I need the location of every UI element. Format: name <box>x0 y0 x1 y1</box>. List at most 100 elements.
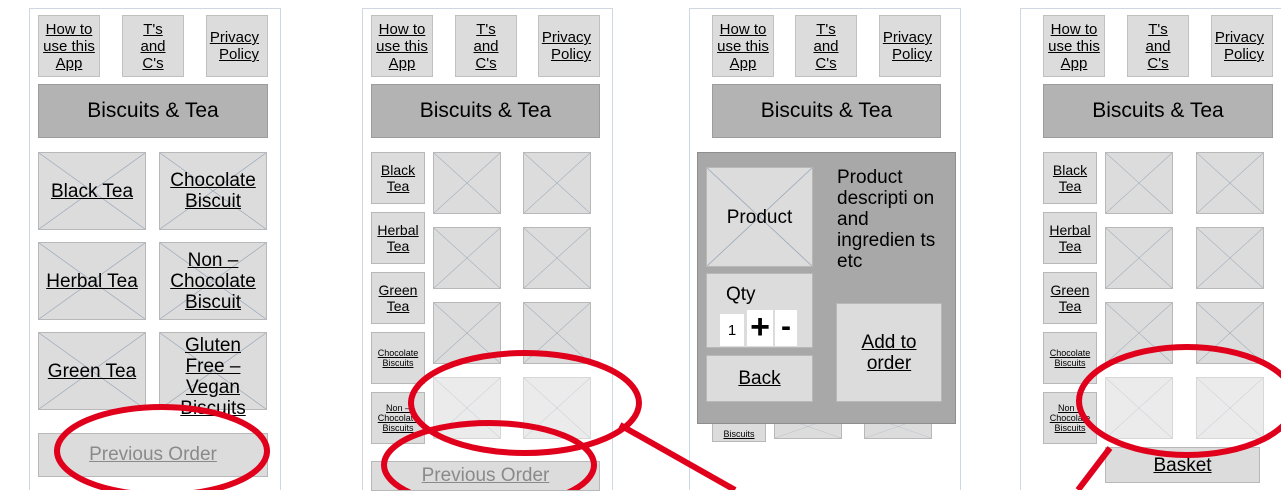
nav-terms-label: T's and C's <box>140 20 166 72</box>
category-tile-non-chocolate-biscuit[interactable]: Non – Chocolate Biscuit <box>159 242 267 320</box>
qty-input[interactable]: 1 <box>720 314 744 346</box>
nav-privacy-button[interactable]: Privacy Policy <box>206 15 268 77</box>
previous-order-button[interactable]: Previous Order <box>371 461 600 491</box>
nav-privacy-button[interactable]: Privacy Policy <box>879 15 941 77</box>
image-placeholder-icon <box>434 228 500 288</box>
product-tile[interactable] <box>1196 227 1264 289</box>
side-category-chocolate-biscuits[interactable]: Chocolate Biscuits <box>1043 332 1097 384</box>
side-category-chocolate-biscuits[interactable]: Chocolate Biscuits <box>371 332 425 384</box>
product-image: Product <box>706 167 813 267</box>
side-category-label: Herbal Tea <box>1049 222 1091 254</box>
product-tile-loading[interactable] <box>523 377 591 439</box>
nav-privacy-label: Privacy Policy <box>541 29 591 63</box>
side-category-herbal-tea[interactable]: Herbal Tea <box>371 212 425 264</box>
nav-privacy-label: Privacy Policy <box>209 29 259 63</box>
side-category-label: Chocolate Biscuits <box>377 348 419 368</box>
image-placeholder-icon <box>1106 228 1172 288</box>
image-placeholder-icon <box>1197 153 1263 213</box>
side-category-label: Chocolate Biscuits <box>1049 348 1091 368</box>
product-tile[interactable] <box>523 152 591 214</box>
image-placeholder-icon <box>1197 378 1263 438</box>
product-tile[interactable] <box>1105 152 1173 214</box>
image-placeholder-icon <box>434 153 500 213</box>
product-tile[interactable] <box>433 152 501 214</box>
image-placeholder-icon <box>524 228 590 288</box>
nav-terms-button[interactable]: T's and C's <box>122 15 184 77</box>
screen-2-panel: How to use this App T's and C's Privacy … <box>362 8 613 491</box>
nav-how-to-label: How to use this App <box>717 20 769 72</box>
product-tile-loading[interactable] <box>433 377 501 439</box>
image-placeholder-icon <box>1197 228 1263 288</box>
product-tile[interactable] <box>523 302 591 364</box>
category-label: Black Tea <box>50 180 134 202</box>
app-title: Biscuits & Tea <box>371 84 600 138</box>
product-tile-loading[interactable] <box>1196 377 1264 439</box>
app-title: Biscuits & Tea <box>38 84 268 138</box>
nav-terms-button[interactable]: T's and C's <box>455 15 517 77</box>
side-category-label: Non – Chocolate Biscuits <box>1049 403 1091 433</box>
nav-how-to-label: How to use this App <box>376 20 428 72</box>
side-category-label: Green Tea <box>1050 282 1090 314</box>
side-category-label: Black Tea <box>1052 162 1088 194</box>
nav-how-to-button[interactable]: How to use this App <box>712 15 774 77</box>
image-placeholder-icon <box>524 378 590 438</box>
image-placeholder-icon <box>1106 303 1172 363</box>
nav-privacy-button[interactable]: Privacy Policy <box>1211 15 1273 77</box>
side-category-black-tea[interactable]: Black Tea <box>371 152 425 204</box>
app-title: Biscuits & Tea <box>1043 84 1273 138</box>
category-label: Green Tea <box>47 360 137 382</box>
side-category-herbal-tea[interactable]: Herbal Tea <box>1043 212 1097 264</box>
add-to-order-label: Add to order <box>861 331 917 374</box>
product-tile[interactable] <box>1105 302 1173 364</box>
image-placeholder-icon <box>524 153 590 213</box>
category-tile-gluten-free-vegan[interactable]: Gluten Free – Vegan Biscuits <box>159 332 267 419</box>
side-category-green-tea[interactable]: Green Tea <box>1043 272 1097 324</box>
product-description: Product descripti on and ingredien ts et… <box>837 167 936 272</box>
nav-terms-button[interactable]: T's and C's <box>1127 15 1189 77</box>
side-category-label: Non – Chocolate Biscuits <box>377 403 419 433</box>
side-category-non-chocolate-biscuits[interactable]: Non – Chocolate Biscuits <box>371 392 425 444</box>
product-tile[interactable] <box>1196 152 1264 214</box>
nav-terms-button[interactable]: T's and C's <box>795 15 857 77</box>
image-placeholder-icon <box>524 303 590 363</box>
image-placeholder-icon <box>1197 303 1263 363</box>
side-category-label: Green Tea <box>378 282 418 314</box>
nav-how-to-button[interactable]: How to use this App <box>1043 15 1105 77</box>
category-tile-chocolate-biscuit[interactable]: Chocolate Biscuit <box>159 152 267 230</box>
nav-how-to-button[interactable]: How to use this App <box>38 15 100 77</box>
product-tile[interactable] <box>523 227 591 289</box>
nav-privacy-label: Privacy Policy <box>1214 29 1264 63</box>
qty-label: Qty <box>726 284 756 305</box>
app-title-text: Biscuits & Tea <box>1092 99 1224 122</box>
nav-how-to-label: How to use this App <box>1048 20 1100 72</box>
side-category-green-tea[interactable]: Green Tea <box>371 272 425 324</box>
app-title-text: Biscuits & Tea <box>87 99 219 122</box>
category-label: Chocolate Biscuit <box>170 170 256 212</box>
back-label: Back <box>738 368 781 389</box>
basket-button[interactable]: Basket <box>1105 447 1260 483</box>
category-tile-green-tea[interactable]: Green Tea <box>38 332 146 410</box>
side-category-non-chocolate-biscuits[interactable]: Non – Chocolate Biscuits <box>1043 392 1097 444</box>
category-label: Herbal Tea <box>46 270 138 292</box>
product-tile[interactable] <box>1105 227 1173 289</box>
back-button[interactable]: Back <box>706 355 813 402</box>
product-tile[interactable] <box>433 302 501 364</box>
add-to-order-button[interactable]: Add to order <box>836 303 942 402</box>
side-category-black-tea[interactable]: Black Tea <box>1043 152 1097 204</box>
previous-order-button[interactable]: Previous Order <box>38 433 268 477</box>
quantity-section: Qty 1 + - <box>706 273 813 348</box>
product-detail-modal: Product Product descripti on and ingredi… <box>697 152 956 424</box>
qty-increase-button[interactable]: + <box>747 310 773 346</box>
category-tile-herbal-tea[interactable]: Herbal Tea <box>38 242 146 320</box>
category-tile-black-tea[interactable]: Black Tea <box>38 152 146 230</box>
product-tile[interactable] <box>433 227 501 289</box>
nav-how-to-label: How to use this App <box>43 20 95 72</box>
nav-terms-label: T's and C's <box>813 20 839 72</box>
image-placeholder-icon <box>434 378 500 438</box>
nav-privacy-button[interactable]: Privacy Policy <box>538 15 600 77</box>
nav-how-to-button[interactable]: How to use this App <box>371 15 433 77</box>
product-tile[interactable] <box>1196 302 1264 364</box>
qty-decrease-button[interactable]: - <box>775 310 797 346</box>
basket-label: Basket <box>1153 454 1212 476</box>
product-tile-loading[interactable] <box>1105 377 1173 439</box>
